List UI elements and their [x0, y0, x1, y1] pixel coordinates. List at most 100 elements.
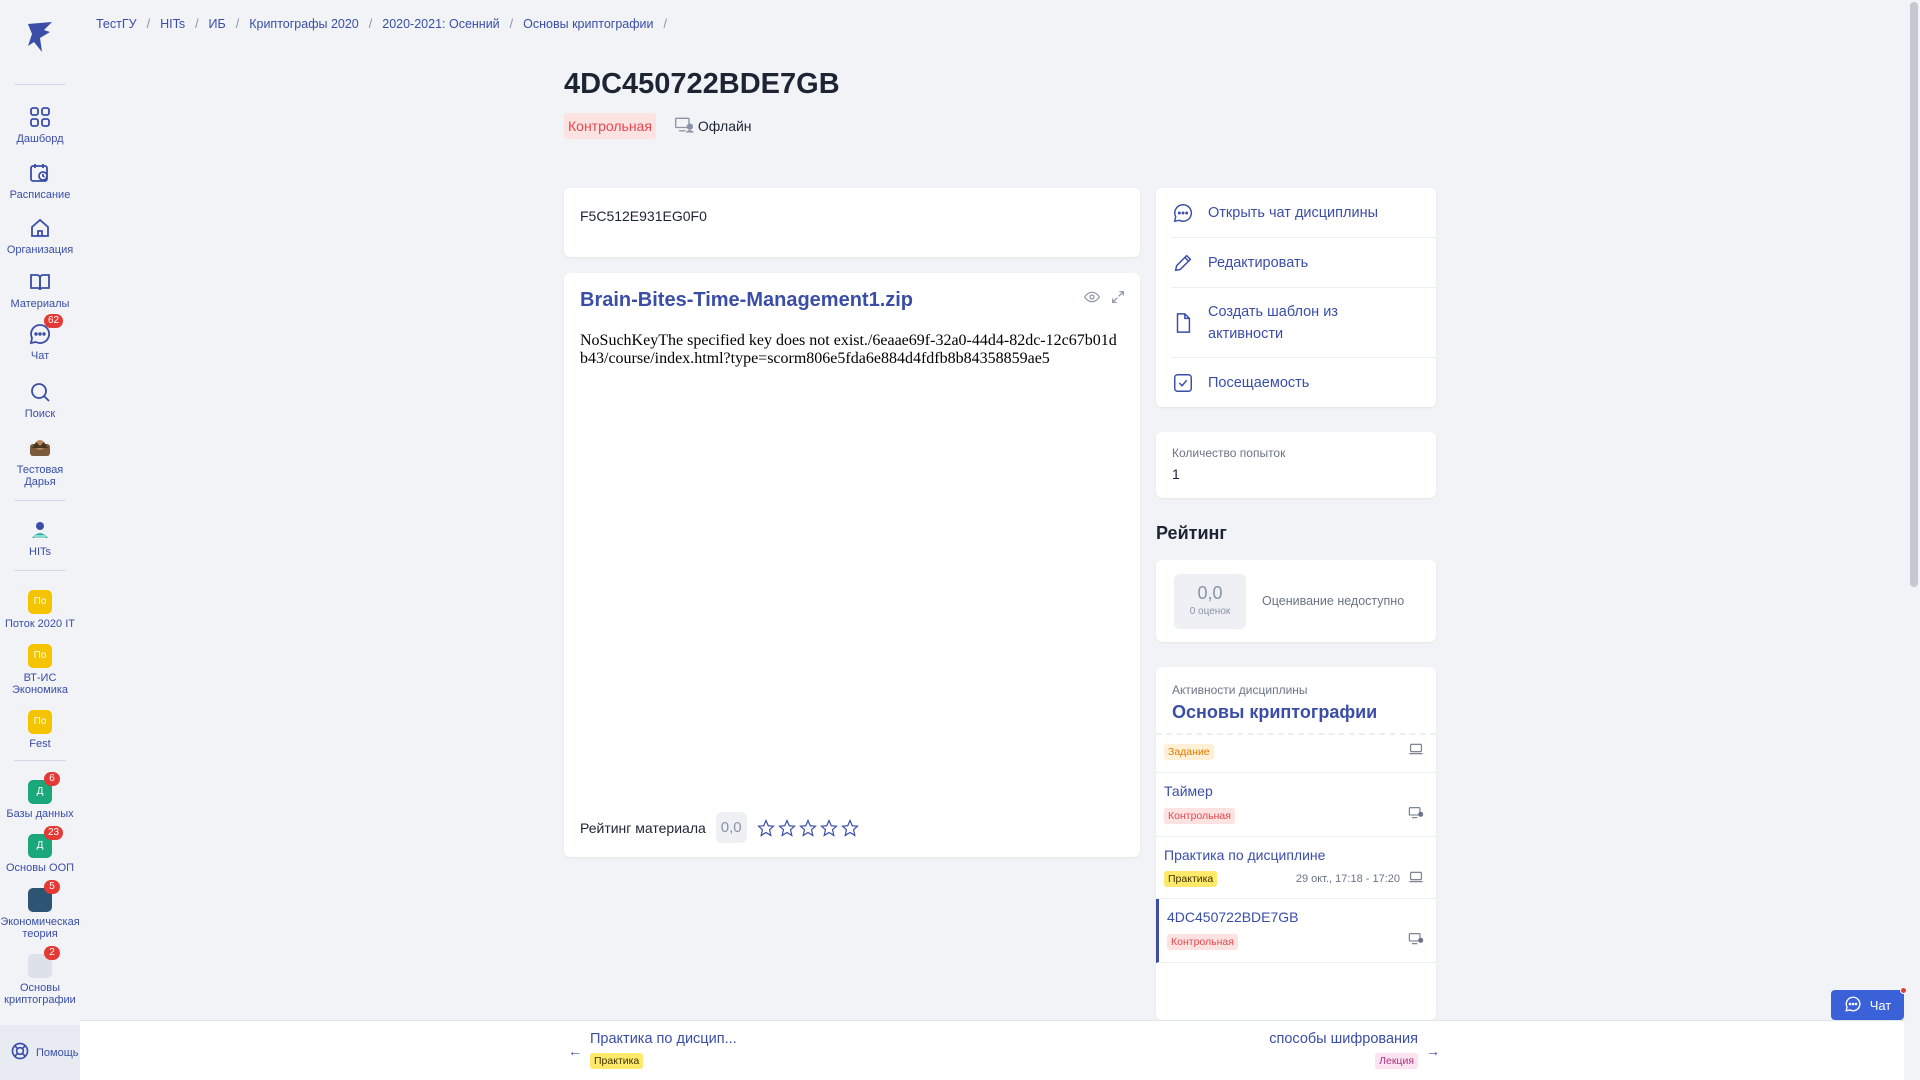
sidebar-item-label: ВТ-ИС Экономика [11, 672, 69, 696]
sidebar-item-label: Расписание [9, 189, 71, 201]
sidebar-course-item[interactable]: Д 23 Основы ООП [0, 826, 80, 874]
floating-chat-button[interactable]: Чат [1831, 987, 1907, 1020]
description-text: F5C512E931EG0F0 [580, 208, 707, 224]
scrollbar-thumb[interactable] [1910, 2, 1918, 587]
sidebar-course-item[interactable]: 5 Экономическая теория [0, 880, 80, 940]
star-icon[interactable] [798, 818, 817, 837]
help-button[interactable]: Помощь [0, 1025, 80, 1080]
laptop-icon [1408, 869, 1424, 888]
sidebar-item-organization[interactable]: Организация [0, 216, 80, 256]
discipline-name[interactable]: Основы криптографии [1172, 702, 1420, 723]
breadcrumb-item[interactable]: Криптографы 2020 [249, 17, 359, 31]
prev-activity-title: Практика по дисцип... [590, 1031, 737, 1047]
sidebar-item-label: Организация [6, 244, 74, 256]
chat-button-label: Чат [1869, 997, 1892, 1013]
prev-activity-link[interactable]: ← Практика по дисцип... Практика [568, 1031, 737, 1069]
material-file-title[interactable]: Brain-Bites-Time-Management1.zip [580, 289, 1124, 312]
sidebar-item-schedule[interactable]: Расписание [0, 161, 80, 201]
star-icon[interactable] [840, 818, 859, 837]
activity-item[interactable]: Задание [1156, 735, 1436, 773]
next-activity-tag: Лекция [1375, 1053, 1418, 1069]
eye-icon[interactable] [1083, 289, 1101, 310]
pencil-icon [1172, 252, 1194, 274]
create-template-action[interactable]: Создать шаблон из активности [1172, 288, 1436, 358]
breadcrumb-item[interactable]: HITs [160, 17, 185, 31]
rating-value: 0,0 [1197, 582, 1223, 603]
chat-badge: 62 [44, 314, 64, 328]
sidebar-item-chat[interactable]: 62 Чат [0, 314, 80, 362]
discipline-label: Активности дисциплины [1172, 683, 1308, 697]
sidebar-course-item[interactable]: По Fest [0, 710, 80, 750]
edit-action[interactable]: Редактировать [1172, 238, 1436, 288]
star-icon[interactable] [756, 818, 775, 837]
course-avatar: По [28, 644, 52, 668]
sidebar-item-materials[interactable]: Материалы [0, 270, 80, 310]
rating-count: 0 оценок [1189, 605, 1231, 617]
mode-indicator: Офлайн [674, 115, 752, 138]
sidebar-item-label: Экономическая теория [0, 916, 80, 940]
breadcrumb-item[interactable]: Основы криптографии [523, 17, 653, 31]
sidebar-item-label: Поиск [24, 408, 56, 420]
sidebar-item-label: Основы ООП [5, 862, 75, 874]
sidebar-course-item[interactable]: По Поток 2020 IT [0, 590, 80, 630]
attendance-action[interactable]: Посещаемость [1172, 358, 1436, 407]
activity-item[interactable]: Практика по дисциплине Практика 29 окт.,… [1156, 837, 1436, 899]
notification-dot [1900, 987, 1907, 994]
search-icon [28, 380, 52, 404]
activity-time-group: 29 окт., 17:18 - 17:20 [1296, 869, 1424, 888]
sidebar-item-label: Базы данных [6, 808, 74, 820]
mode-label: Офлайн [697, 118, 752, 134]
book-icon [28, 270, 52, 294]
expand-icon[interactable] [1110, 289, 1126, 310]
breadcrumb-separator: / [509, 17, 514, 31]
sidebar-item-label: Fest [29, 738, 51, 750]
rating-heading: Рейтинг [1156, 523, 1227, 543]
sidebar-item-hits[interactable]: HITs [0, 518, 80, 558]
checkbox-icon [1172, 372, 1194, 394]
sidebar-item-profile[interactable]: Тестовая Дарья [0, 436, 80, 488]
star-rating[interactable] [756, 818, 859, 837]
scrollbar[interactable] [1908, 0, 1920, 1080]
dashboard-icon [28, 105, 52, 129]
course-avatar: По [28, 590, 52, 614]
home-icon [28, 216, 52, 240]
actions-card: Открыть чат дисциплины Редактировать Соз… [1156, 188, 1436, 407]
action-label: Открыть чат дисциплины [1208, 204, 1378, 221]
attempts-card: Количество попыток 1 [1156, 432, 1436, 498]
material-rating-label: Рейтинг материала [580, 819, 706, 836]
sidebar: Дашборд Расписание Организация Материалы… [0, 0, 80, 1080]
sidebar-course-item[interactable]: 2 Основы криптографии [0, 946, 80, 1006]
sidebar-item-label: Дашборд [16, 133, 64, 145]
sidebar-item-label: Поток 2020 IT [5, 618, 75, 630]
open-chat-action[interactable]: Открыть чат дисциплины [1172, 188, 1436, 238]
sidebar-item-label: Чат [30, 350, 50, 362]
breadcrumb-item[interactable]: ТестГУ [96, 17, 137, 31]
logo-icon[interactable] [22, 18, 58, 56]
star-icon[interactable] [777, 818, 796, 837]
next-activity-link[interactable]: способы шифрования Лекция → [1269, 1031, 1440, 1069]
chat-icon: 62 [28, 314, 64, 346]
course-avatar: 2 [28, 946, 60, 978]
breadcrumb-item[interactable]: 2020-2021: Осенний [382, 17, 499, 31]
description-card: F5C512E931EG0F0 [564, 188, 1140, 257]
sidebar-course-item[interactable]: По ВТ-ИС Экономика [0, 644, 80, 696]
title-tags: Контрольная Офлайн [564, 113, 752, 139]
bottom-navigation: ← Практика по дисцип... Практика способы… [80, 1020, 1904, 1080]
activity-title: Практика по дисциплине [1164, 847, 1326, 863]
breadcrumb-item[interactable]: ИБ [209, 17, 226, 31]
sidebar-item-search[interactable]: Поиск [0, 380, 80, 420]
offline-monitor-icon [1408, 805, 1424, 826]
star-icon[interactable] [819, 818, 838, 837]
rating-note: Оценивание недоступно [1262, 594, 1405, 608]
material-error-text: NoSuchKeyThe specified key does not exis… [580, 332, 1117, 367]
course-badge: 6 [44, 772, 60, 786]
divider [14, 570, 66, 571]
course-avatar: Д6 [28, 772, 60, 804]
chat-bubble-icon [1172, 202, 1194, 224]
org-avatar [28, 518, 52, 542]
activity-item-current[interactable]: 4DC450722BDE7GB Контрольная [1156, 899, 1436, 963]
sidebar-course-item[interactable]: Д6 Базы данных [0, 772, 80, 820]
sidebar-item-dashboard[interactable]: Дашборд [0, 105, 80, 145]
prev-activity-tag: Практика [590, 1053, 644, 1069]
activity-item[interactable]: Таймер Контрольная [1156, 773, 1436, 837]
